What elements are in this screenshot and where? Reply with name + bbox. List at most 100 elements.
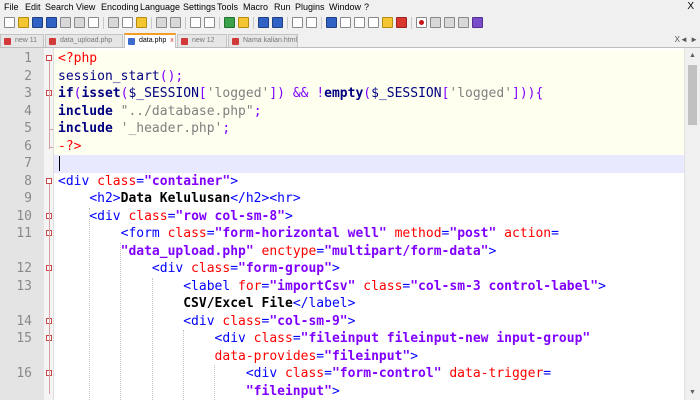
code-token: > — [230, 173, 239, 189]
paste-icon[interactable] — [136, 17, 147, 28]
close-window-icon[interactable]: X — [687, 1, 694, 12]
menu-item-plugins[interactable]: Plugins — [295, 2, 325, 12]
menu-item-run[interactable]: Run — [274, 2, 291, 12]
close-all-icon[interactable] — [74, 17, 85, 28]
code-token: class — [159, 226, 207, 241]
function-list-icon[interactable] — [368, 17, 379, 28]
document-map-icon[interactable] — [354, 17, 365, 28]
redo-icon[interactable] — [170, 17, 181, 28]
zoom-out-icon[interactable] — [238, 17, 249, 28]
close-icon[interactable] — [60, 17, 71, 28]
line-number: 6 — [24, 138, 32, 154]
sync-horizontal-icon[interactable] — [272, 17, 283, 28]
code-token: action — [496, 226, 552, 241]
line-number: 9 — [24, 191, 32, 206]
code-token: <h2> — [89, 191, 121, 206]
menu-item-edit[interactable]: Edit — [25, 2, 41, 12]
code-token: "multipart/form-data" — [324, 243, 489, 259]
scroll-up-icon[interactable]: ▲ — [685, 48, 700, 63]
indent-guide-icon[interactable] — [326, 17, 337, 28]
stop-recording-icon[interactable] — [430, 17, 441, 28]
toolbar-separator — [287, 17, 288, 29]
menu-item-macro[interactable]: Macro — [243, 2, 268, 12]
menu-item-window[interactable]: Window — [329, 2, 361, 12]
line-number: 5 — [24, 121, 32, 136]
word-wrap-icon[interactable] — [292, 17, 303, 28]
menu-item-tools[interactable]: Tools — [217, 2, 238, 12]
code-token: > — [331, 261, 340, 276]
code-token: "col-sm-3 control-label" — [410, 278, 599, 294]
replace-icon[interactable] — [204, 17, 215, 28]
tab-scroll-arrows-icon[interactable]: ◄ ► — [680, 35, 698, 44]
code-token: "data_upload.php" — [120, 243, 254, 259]
toolbar-separator — [411, 17, 412, 29]
copy-icon[interactable] — [122, 17, 133, 28]
menu-item-view[interactable]: View — [76, 2, 95, 12]
code-token: class — [245, 331, 293, 346]
show-all-characters-icon[interactable] — [306, 17, 317, 28]
folder-as-workspace-icon[interactable] — [382, 17, 393, 28]
monitoring-icon[interactable] — [396, 17, 407, 28]
code-token: "fileinput" — [324, 348, 411, 364]
code-line: include "../database.php"; — [58, 103, 262, 121]
scroll-thumb[interactable] — [688, 65, 697, 125]
code-token: 'logged' — [449, 86, 513, 101]
cut-icon[interactable] — [108, 17, 119, 28]
code-token: "form-horizontal well" — [214, 226, 387, 241]
code-line: if(isset($_SESSION['logged']) && !empty(… — [58, 85, 543, 103]
tab-data-php[interactable]: data.php x — [124, 33, 176, 48]
run-macro-multiple-icon[interactable] — [458, 17, 469, 28]
code-token: <div — [151, 261, 184, 276]
save-macro-icon[interactable] — [472, 17, 483, 28]
playback-macro-icon[interactable] — [444, 17, 455, 28]
tab-label: new 11 — [15, 37, 38, 44]
find-icon[interactable] — [190, 17, 201, 28]
zoom-in-icon[interactable] — [224, 17, 235, 28]
open-file-icon[interactable] — [18, 17, 29, 28]
code-token: <form — [120, 226, 160, 241]
code-token: for — [230, 278, 262, 294]
code-token: $_SESSION — [128, 86, 199, 101]
tab-data-upload-php[interactable]: data_upload.php — [45, 34, 123, 47]
code-token: empty — [324, 86, 364, 101]
menu-item-encoding[interactable]: Encoding — [101, 2, 139, 12]
code-token: ( — [363, 86, 372, 101]
menu-item-search[interactable]: Search — [45, 2, 74, 12]
menu-item-help[interactable]: ? — [364, 2, 369, 12]
new-file-icon[interactable] — [4, 17, 15, 28]
tab-new-11[interactable]: new 11 — [0, 34, 44, 47]
record-macro-icon[interactable] — [416, 17, 427, 28]
save-icon[interactable] — [32, 17, 43, 28]
fold-line — [49, 96, 50, 131]
menu-item-language[interactable]: Language — [140, 2, 180, 12]
code-token: class — [355, 278, 403, 294]
tab-nama-kalian-html[interactable]: Nama kalian.html — [228, 34, 298, 47]
tab-label: new 12 — [192, 37, 215, 44]
code-token: = — [324, 366, 332, 381]
print-icon[interactable] — [88, 17, 99, 28]
code-token: include — [58, 103, 113, 119]
tab-close-icon[interactable]: x — [170, 37, 174, 44]
menu-item-settings[interactable]: Settings — [183, 2, 216, 12]
menu-item-file[interactable]: File — [4, 2, 19, 12]
undo-icon[interactable] — [156, 17, 167, 28]
toolbar-separator — [185, 17, 186, 29]
scroll-down-icon[interactable]: ▼ — [685, 385, 700, 400]
vertical-scrollbar[interactable]: ▲ ▼ — [684, 48, 700, 400]
code-token: ! — [316, 86, 325, 101]
code-line: -?> — [58, 138, 81, 156]
save-all-icon[interactable] — [46, 17, 57, 28]
tab-new-12[interactable]: new 12 — [177, 34, 227, 47]
fold-end — [49, 129, 53, 130]
code-token: class — [277, 366, 325, 381]
code-token: "form-group" — [238, 261, 332, 276]
code-editor[interactable]: 1 2 3 4 5 6 7 8 9 10 11 12 13 14 15 16 <?php session_sta… — [0, 48, 700, 400]
user-defined-language-icon[interactable] — [340, 17, 351, 28]
code-line: <form class="form-horizontal well" metho… — [58, 225, 559, 243]
file-icon — [128, 38, 135, 45]
code-token: <div — [214, 331, 246, 346]
sync-vertical-icon[interactable] — [258, 17, 269, 28]
